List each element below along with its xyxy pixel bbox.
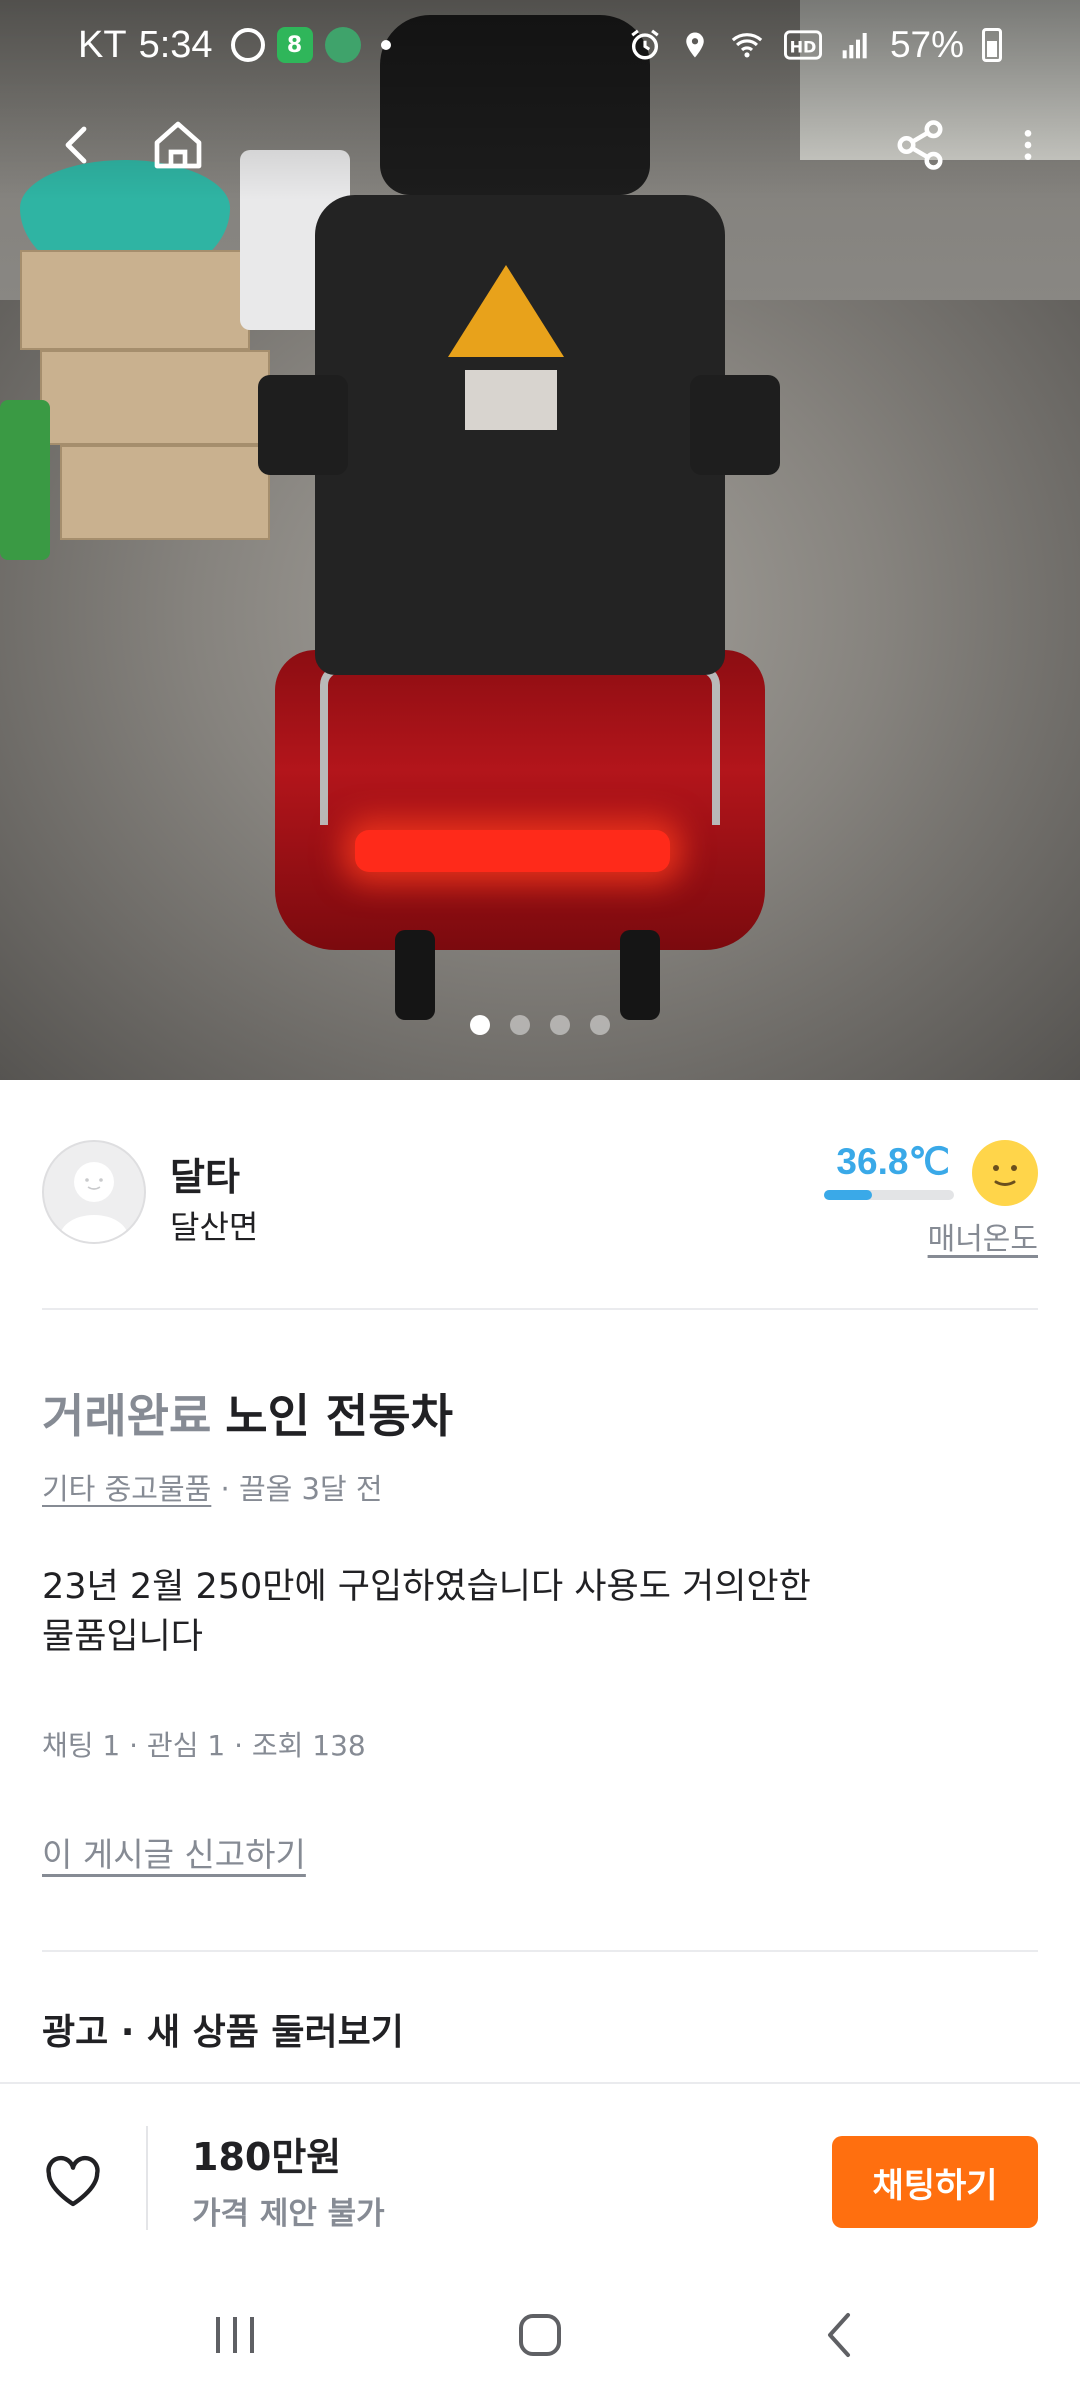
- home-icon: [154, 121, 202, 169]
- scooter-armrest-right: [690, 375, 780, 475]
- like-button[interactable]: [38, 2146, 108, 2216]
- warning-triangle-icon: [448, 265, 564, 357]
- bottom-action-bar: 180만원 가격 제안 불가 채팅하기: [0, 2082, 1080, 2272]
- smiley-face-icon: [972, 1140, 1038, 1206]
- status-bar: KT 5:34 8 HD 57%: [0, 0, 1080, 90]
- top-navigation: [0, 105, 1080, 205]
- seller-name: 달타: [170, 1155, 240, 1199]
- ad-section-title: 광고 · 새 상품 둘러보기: [42, 2012, 404, 2053]
- product-detail-page: KT 5:34 8 HD 57% 달타 달산면 36.8℃ 매너온도 거래완료 …: [0, 0, 1080, 2400]
- article-meta: 기타 중고물품 · 끌올 3달 전: [42, 1466, 383, 1508]
- manner-temperature-bar: [824, 1190, 954, 1200]
- share-icon: [897, 120, 943, 170]
- pager-dot[interactable]: [590, 1015, 610, 1035]
- divider: [42, 1950, 1038, 1952]
- scooter-basket: [320, 665, 720, 825]
- price: 180만원: [192, 2135, 342, 2179]
- home-nav-button[interactable]: [500, 2300, 580, 2370]
- dot-icon: [380, 40, 391, 50]
- more-options-button[interactable]: [988, 105, 1068, 185]
- battery-icon: [982, 28, 1002, 62]
- recent-apps-button[interactable]: [195, 2300, 275, 2370]
- svg-text:HD: HD: [790, 37, 817, 56]
- chrome-icon: [230, 28, 265, 62]
- home-circle-icon: [519, 2314, 561, 2356]
- article-title: 거래완료 노인 전동차: [42, 1380, 1038, 1446]
- manner-temperature-fill: [824, 1190, 872, 1200]
- bump-time: · 끌올 3달 전: [211, 1472, 383, 1506]
- seller-profile[interactable]: 달타 달산면 36.8℃ 매너온도: [42, 1140, 1038, 1257]
- scooter-label-sticker: [465, 370, 557, 430]
- default-avatar-icon: [60, 1162, 128, 1242]
- manner-temperature: 36.8℃: [836, 1141, 950, 1182]
- divider: [42, 1308, 1038, 1310]
- share-button[interactable]: [880, 105, 960, 185]
- clock: 5:34: [138, 23, 213, 66]
- photo-green-can: [0, 400, 50, 560]
- signal-icon: [842, 33, 867, 59]
- home-button[interactable]: [138, 105, 218, 185]
- wifi-icon: [731, 33, 763, 58]
- seller-location: 달산면: [170, 1208, 259, 1246]
- more-vert-icon: [1024, 130, 1032, 160]
- article-counts: 채팅 1 · 관심 1 · 조회 138: [42, 1729, 366, 1762]
- heart-icon: [46, 2155, 100, 2207]
- manner-temperature-label[interactable]: 매너온도: [928, 1214, 1038, 1258]
- scooter-wheel-left: [395, 930, 435, 1020]
- pager-dot[interactable]: [510, 1015, 530, 1035]
- back-arrow-icon: [65, 126, 87, 164]
- chat-button[interactable]: 채팅하기: [832, 2136, 1038, 2228]
- system-navigation-bar: [0, 2272, 1080, 2400]
- scooter-tail-light: [355, 830, 670, 872]
- back-chevron-icon: [828, 2313, 850, 2357]
- item-title: 노인 전동차: [225, 1389, 453, 1443]
- report-post-link[interactable]: 이 게시글 신고하기: [42, 1828, 306, 1876]
- back-nav-button[interactable]: [800, 2300, 880, 2370]
- price-offer-note: 가격 제안 불가: [192, 2196, 385, 2232]
- alarm-icon: [631, 29, 659, 60]
- gallery-pager: [0, 1015, 1080, 1035]
- location-icon: [686, 32, 704, 58]
- app-badge-icon: [324, 27, 361, 63]
- back-button[interactable]: [38, 105, 118, 185]
- carrier-label: KT: [78, 23, 127, 66]
- photo-boxes: [20, 250, 270, 570]
- battery-percent: 57%: [889, 24, 964, 65]
- recent-apps-icon: [216, 2317, 254, 2353]
- scooter-armrest-left: [258, 375, 348, 475]
- trade-status: 거래완료: [42, 1389, 212, 1443]
- pager-dot[interactable]: [550, 1015, 570, 1035]
- article-description: 23년 2월 250만에 구입하였습니다 사용도 거의안한 물품입니다: [42, 1567, 811, 1657]
- scooter-wheel-right: [620, 930, 660, 1020]
- hd-icon: HD: [783, 30, 822, 60]
- category-link[interactable]: 기타 중고물품: [42, 1472, 211, 1506]
- pager-dot[interactable]: [470, 1015, 490, 1035]
- avatar[interactable]: [42, 1140, 146, 1244]
- action-divider: [146, 2126, 148, 2230]
- green-badge-icon: 8: [276, 27, 313, 63]
